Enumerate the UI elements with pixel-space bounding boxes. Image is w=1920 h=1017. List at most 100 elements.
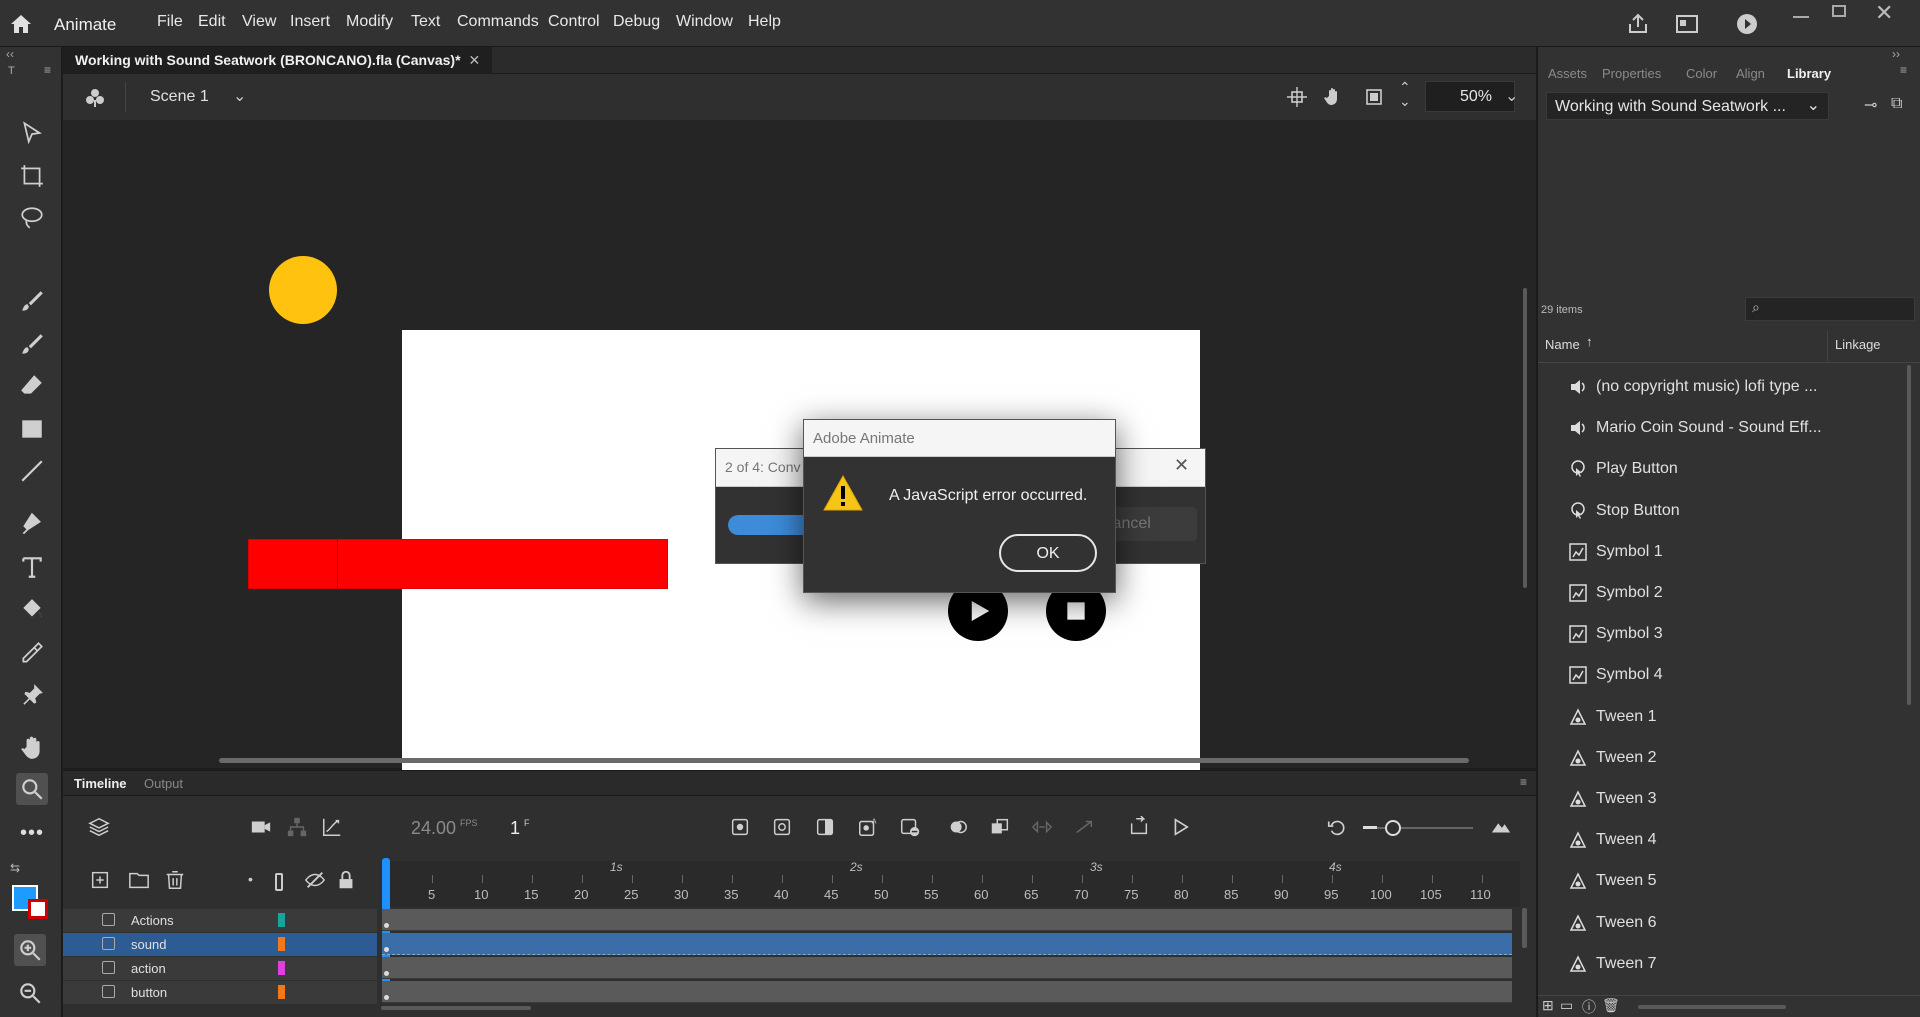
library-scrollbar[interactable]	[1907, 365, 1911, 705]
timeline-zoom-slider[interactable]	[1363, 820, 1473, 836]
menu-modify[interactable]: Modify	[346, 13, 393, 31]
timeline-zoom-slider-thumb[interactable]	[1385, 820, 1401, 836]
library-item[interactable]: Tween 5	[1568, 868, 1656, 894]
layer-name[interactable]: Actions	[131, 913, 174, 928]
brush-tool-icon[interactable]	[16, 328, 48, 360]
layer-frames[interactable]	[382, 981, 1512, 1003]
parenting-icon[interactable]	[284, 814, 310, 840]
library-item[interactable]: Tween 3	[1568, 786, 1656, 812]
zoom-tool-icon[interactable]	[16, 773, 48, 805]
menu-commands[interactable]: Commands	[457, 13, 539, 31]
library-item[interactable]: Play Button	[1568, 456, 1678, 482]
keyframe-marker[interactable]	[384, 995, 389, 1000]
share-icon[interactable]	[1626, 12, 1650, 36]
camera-icon[interactable]	[248, 814, 274, 840]
paint-bucket-tool-icon[interactable]	[16, 594, 48, 626]
layer-scrollbar[interactable]	[381, 1006, 531, 1010]
minimize-icon[interactable]	[1793, 8, 1809, 18]
paint-brush-tool-icon[interactable]	[16, 285, 48, 317]
tab-assets[interactable]: Assets	[1548, 66, 1587, 81]
insert-blank-keyframe-icon[interactable]	[769, 814, 795, 840]
classic-tween-icon[interactable]	[1071, 814, 1097, 840]
new-folder-layer-icon[interactable]	[126, 867, 152, 893]
column-name[interactable]: Name	[1545, 337, 1580, 352]
insert-frame-icon[interactable]	[812, 814, 838, 840]
panel-menu-icon[interactable]: ≡	[44, 63, 51, 77]
layer-row[interactable]: action	[63, 957, 377, 980]
menu-control[interactable]: Control	[548, 13, 600, 31]
library-item[interactable]: Symbol 2	[1568, 580, 1663, 606]
home-icon[interactable]	[9, 12, 33, 36]
delete-layer-icon[interactable]	[162, 867, 188, 893]
layer-color-swatch[interactable]	[278, 913, 285, 927]
text-tool-icon[interactable]	[16, 551, 48, 583]
current-frame-value[interactable]: 1	[510, 818, 520, 839]
layers-icon[interactable]	[86, 814, 112, 840]
menu-insert[interactable]: Insert	[290, 13, 330, 31]
keyframe-marker[interactable]	[384, 923, 389, 928]
loop-playback-icon[interactable]	[1126, 814, 1152, 840]
library-item[interactable]: Symbol 1	[1568, 539, 1663, 565]
panel-collapse-icon[interactable]: ››	[1892, 47, 1900, 61]
red-bar-shape[interactable]	[248, 539, 668, 589]
pen-tool-icon[interactable]	[16, 509, 48, 541]
properties-info-icon[interactable]: ⓘ	[1582, 997, 1596, 1017]
menu-edit[interactable]: Edit	[198, 13, 226, 31]
layer-name[interactable]: sound	[131, 937, 166, 952]
timeline-menu-icon[interactable]: ≡	[1520, 775, 1527, 789]
time-ruler[interactable]	[382, 861, 1520, 907]
layer-color-swatch[interactable]	[278, 985, 285, 999]
layer-frames[interactable]	[382, 909, 1512, 931]
timeline-vertical-scrollbar[interactable]	[1522, 908, 1527, 948]
play-timeline-icon[interactable]	[1167, 814, 1193, 840]
close-tab-icon[interactable]: ✕	[468, 52, 480, 68]
yellow-circle-shape[interactable]	[269, 256, 337, 324]
library-item[interactable]: Tween 7	[1568, 951, 1656, 977]
menu-debug[interactable]: Debug	[613, 13, 660, 31]
library-document-dropdown[interactable]: Working with Sound Seatwork ... ⌄	[1546, 92, 1829, 120]
swap-colors-icon[interactable]: ⇆	[10, 861, 20, 875]
layer-row[interactable]: Actions	[63, 909, 377, 932]
layer-row[interactable]: sound	[63, 933, 377, 956]
onion-skin-icon[interactable]	[945, 814, 971, 840]
eyedropper-tool-icon[interactable]	[16, 637, 48, 669]
tab-output[interactable]: Output	[144, 776, 183, 791]
tab-color[interactable]: Color	[1686, 66, 1717, 81]
scene-chevron-down-icon[interactable]: ⌄	[233, 86, 246, 106]
lasso-tool-icon[interactable]	[16, 202, 48, 234]
layer-color-swatch[interactable]	[278, 961, 285, 975]
fit-timeline-icon[interactable]	[1488, 814, 1514, 840]
stage-vertical-scrollbar[interactable]	[1523, 288, 1527, 588]
more-tools-icon[interactable]: •••	[20, 822, 44, 845]
menu-window[interactable]: Window	[676, 13, 733, 31]
progress-dialog-close-icon[interactable]: ✕	[1174, 455, 1189, 476]
library-item[interactable]: (no copyright music) lofi type ...	[1568, 374, 1817, 400]
library-item[interactable]: Tween 4	[1568, 827, 1656, 853]
library-item[interactable]: Symbol 3	[1568, 621, 1663, 647]
keyframe-marker[interactable]	[384, 947, 389, 952]
fill-color-swatch[interactable]	[28, 899, 48, 919]
keyframe-marker[interactable]	[384, 971, 389, 976]
zoom-chevron-down-icon[interactable]: ⌄	[1505, 86, 1518, 106]
library-item[interactable]: Mario Coin Sound - Sound Eff...	[1568, 415, 1822, 441]
zoom-field[interactable]: 50%	[1425, 81, 1515, 112]
outline-view-icon[interactable]	[275, 873, 283, 891]
library-item[interactable]: Tween 1	[1568, 704, 1656, 730]
fps-value[interactable]: 24.00	[411, 818, 456, 839]
edit-symbols-icon[interactable]	[83, 86, 107, 110]
delete-frame-icon[interactable]	[897, 814, 923, 840]
tab-library[interactable]: Library	[1787, 66, 1831, 81]
tab-timeline[interactable]: Timeline	[74, 776, 127, 791]
library-search-input[interactable]: ⌕	[1745, 297, 1915, 321]
collapse-icon[interactable]: ‹‹	[6, 47, 14, 61]
zoom-out-icon[interactable]	[14, 977, 46, 1009]
tab-align[interactable]: Align	[1736, 66, 1765, 81]
library-horizontal-scrollbar[interactable]	[1638, 1005, 1786, 1009]
close-window-icon[interactable]: ✕	[1875, 0, 1893, 26]
rotate-hand-icon[interactable]	[1323, 86, 1345, 108]
highlight-layers-icon[interactable]: •	[248, 871, 253, 887]
menu-file[interactable]: File	[157, 13, 183, 31]
test-movie-icon[interactable]	[1735, 12, 1759, 36]
library-item[interactable]: Tween 2	[1568, 745, 1656, 771]
auto-keyframe-icon[interactable]: A	[855, 814, 881, 840]
